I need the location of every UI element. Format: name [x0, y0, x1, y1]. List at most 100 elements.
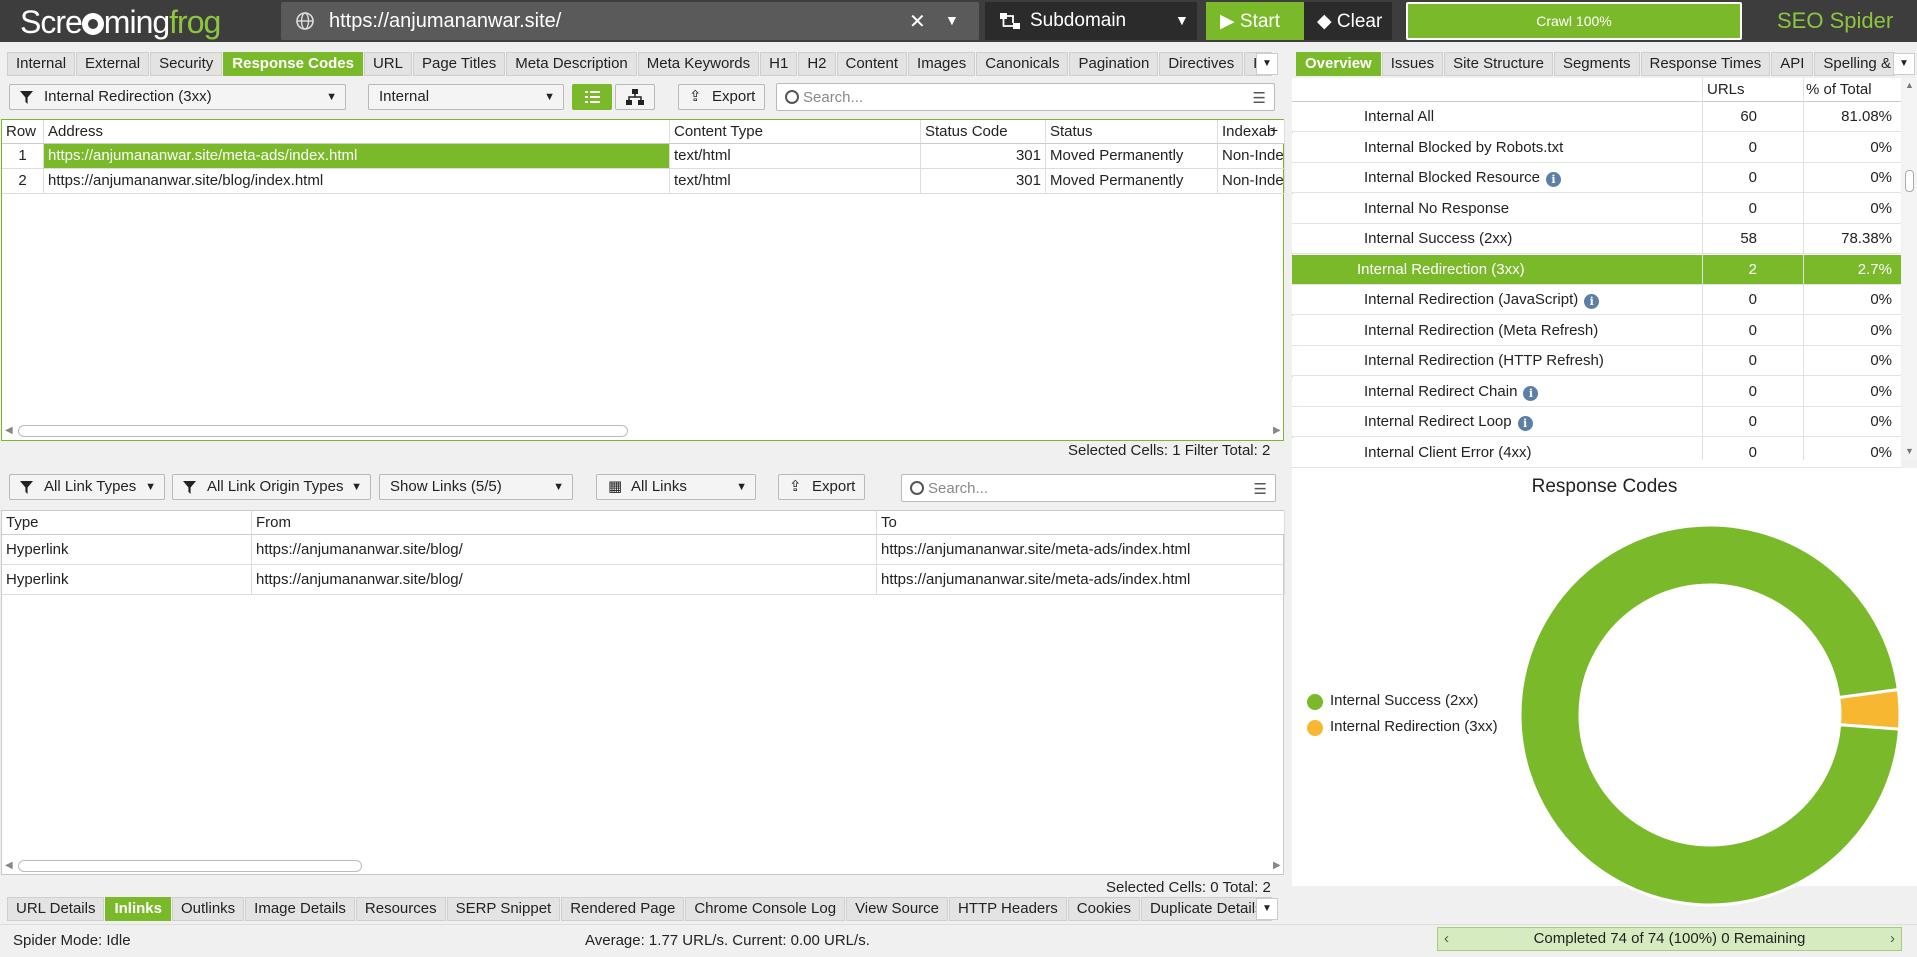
clear-url-icon[interactable]: ✕ — [909, 9, 926, 34]
start-button[interactable]: ▶ Start — [1206, 2, 1307, 40]
export-button[interactable]: ⇪ Export — [678, 84, 765, 110]
right-tab-overview[interactable]: Overview — [1296, 52, 1381, 76]
left-tab-images[interactable]: Images — [908, 52, 976, 76]
left-tab-external[interactable]: External — [76, 52, 150, 76]
right-tabs-more-icon[interactable]: ▼ — [1893, 53, 1915, 75]
overview-row[interactable]: Internal No Response 0 0% — [1292, 193, 1901, 224]
col-header-status-code[interactable]: Status Code — [921, 120, 1046, 144]
table-cell-to[interactable]: https://anjumananwar.site/meta-ads/index… — [877, 535, 1285, 565]
table-cell-content-type[interactable]: text/html — [670, 144, 921, 169]
table-cell-type[interactable]: Hyperlink — [2, 565, 252, 595]
overview-scrollbar[interactable]: ▲ ▼ — [1902, 78, 1917, 460]
table-cell-content-type[interactable]: text/html — [670, 169, 921, 194]
table-cell-from[interactable]: https://anjumananwar.site/blog/ — [252, 565, 877, 595]
left-tab-url[interactable]: URL — [363, 52, 412, 76]
col-header-type[interactable]: Type — [2, 511, 252, 535]
overview-header-urls[interactable]: URLs — [1707, 81, 1745, 98]
left-tab-security[interactable]: Security — [150, 52, 223, 76]
table-cell-from[interactable]: https://anjumananwar.site/blog/ — [252, 535, 877, 565]
scroll-right-icon[interactable]: ▶ — [1273, 860, 1281, 871]
bottom-tab-duplicate-details[interactable]: Duplicate Details — [1140, 897, 1272, 921]
left-tab-meta-description[interactable]: Meta Description — [506, 52, 637, 76]
col-header-row[interactable]: Row — [2, 120, 44, 144]
scroll-left-icon[interactable]: ◀ — [5, 860, 13, 871]
table-cell-status-code[interactable]: 301 — [921, 144, 1046, 169]
info-icon[interactable]: i — [1584, 294, 1600, 309]
link-origin-types-select[interactable]: All Link Origin Types ▼ — [172, 474, 371, 500]
right-tab-site-structure[interactable]: Site Structure — [1444, 52, 1553, 76]
left-tab-canonicals[interactable]: Canonicals — [976, 52, 1069, 76]
table-cell-status[interactable]: Moved Permanently — [1046, 169, 1218, 194]
top-search-input[interactable]: Search... ☰ — [776, 83, 1275, 111]
col-header-address[interactable]: Address — [44, 120, 670, 144]
url-history-dropdown-icon[interactable]: ▼ — [945, 12, 959, 28]
col-header-to[interactable]: To — [877, 511, 1285, 535]
table-cell-address[interactable]: https://anjumananwar.site/blog/index.htm… — [44, 169, 670, 194]
url-input[interactable]: https://anjumananwar.site/ ✕ ▼ — [281, 2, 979, 40]
info-icon[interactable]: i — [1517, 416, 1533, 431]
bottom-tab-cookies[interactable]: Cookies — [1067, 897, 1140, 921]
bottom-tab-view-source[interactable]: View Source — [846, 897, 948, 921]
clear-button[interactable]: ◆ Clear — [1304, 2, 1392, 40]
overview-row[interactable]: Internal Redirection (Meta Refresh) 0 0% — [1292, 315, 1901, 346]
bottom-tabs-more-icon[interactable]: ▼ — [1256, 898, 1278, 920]
info-icon[interactable]: i — [1545, 172, 1561, 187]
left-tab-h2[interactable]: H2 — [798, 52, 836, 76]
overview-row[interactable]: Internal Redirect Loop i 0 0% — [1292, 407, 1901, 437]
scroll-up-icon[interactable]: ▲ — [1905, 80, 1914, 90]
bottom-tab-image-details[interactable]: Image Details — [245, 897, 355, 921]
bottom-tab-resources[interactable]: Resources — [355, 897, 446, 921]
response-code-filter-select[interactable]: Internal Redirection (3xx) ▼ — [9, 84, 346, 110]
scroll-down-icon[interactable]: ▼ — [1905, 446, 1914, 456]
list-view-button[interactable] — [572, 84, 612, 110]
table-cell-address[interactable]: https://anjumananwar.site/meta-ads/index… — [44, 144, 670, 169]
link-types-select[interactable]: All Link Types ▼ — [9, 474, 165, 500]
bottom-tab-inlinks[interactable]: Inlinks — [105, 897, 171, 921]
left-tabs-more-icon[interactable]: ▼ — [1256, 53, 1278, 75]
horizontal-scrollbar[interactable] — [18, 860, 362, 872]
left-tab-page-titles[interactable]: Page Titles — [412, 52, 506, 76]
bottom-tab-chrome-console-log[interactable]: Chrome Console Log — [685, 897, 846, 921]
overview-row[interactable]: Internal Redirection (HTTP Refresh) 0 0% — [1292, 346, 1901, 376]
bottom-tab-url-details[interactable]: URL Details — [7, 897, 105, 921]
bottom-tab-http-headers[interactable]: HTTP Headers — [949, 897, 1067, 921]
left-tab-content[interactable]: Content — [836, 52, 908, 76]
left-tab-h1[interactable]: H1 — [760, 52, 798, 76]
right-tab-spelling-g[interactable]: Spelling & G — [1814, 52, 1895, 76]
right-tab-segments[interactable]: Segments — [1553, 52, 1640, 76]
col-header-status[interactable]: Status — [1046, 120, 1218, 144]
col-header-content-type[interactable]: Content Type — [670, 120, 921, 144]
overview-row[interactable]: Internal Client Error (4xx) 0 0% — [1292, 437, 1901, 468]
overview-row[interactable]: Internal Redirection (JavaScript) i 0 0% — [1292, 285, 1901, 315]
left-tab-meta-keywords[interactable]: Meta Keywords — [637, 52, 760, 76]
table-cell-status[interactable]: Moved Permanently — [1046, 144, 1218, 169]
left-tab-directives[interactable]: Directives — [1159, 52, 1244, 76]
left-tab-response-codes[interactable]: Response Codes — [223, 52, 363, 76]
all-links-select[interactable]: ▦ All Links ▼ — [596, 474, 756, 500]
tree-view-button[interactable] — [615, 84, 655, 110]
overview-row[interactable]: Internal Blocked Resource i 0 0% — [1292, 163, 1901, 193]
table-cell-to[interactable]: https://anjumananwar.site/meta-ads/index… — [877, 565, 1285, 595]
table-cell-indexability[interactable]: Non-Index — [1218, 169, 1285, 194]
right-tab-issues[interactable]: Issues — [1381, 52, 1444, 76]
table-cell-type[interactable]: Hyperlink — [2, 535, 252, 565]
right-tab-api[interactable]: API — [1771, 52, 1814, 76]
chevron-left-icon[interactable]: ‹ — [1444, 928, 1449, 950]
lower-export-button[interactable]: ⇪ Export — [778, 474, 865, 500]
left-tab-internal[interactable]: Internal — [7, 52, 76, 76]
overview-header-pct[interactable]: % of Total — [1806, 81, 1872, 98]
overview-row[interactable]: Internal Blocked by Robots.txt 0 0% — [1292, 132, 1901, 163]
lower-search-input[interactable]: Search... ☰ — [901, 474, 1276, 502]
add-column-icon[interactable]: + — [1270, 122, 1278, 138]
right-tab-response-times[interactable]: Response Times — [1640, 52, 1771, 76]
left-tab-pagination[interactable]: Pagination — [1069, 52, 1159, 76]
bottom-tab-rendered-page[interactable]: Rendered Page — [561, 897, 685, 921]
scroll-right-icon[interactable]: ▶ — [1273, 425, 1281, 436]
table-cell-indexability[interactable]: Non-Index — [1218, 144, 1285, 169]
search-options-icon[interactable]: ☰ — [1253, 89, 1266, 107]
overview-row[interactable]: Internal Redirection (3xx) 2 2.7% — [1292, 254, 1901, 285]
info-icon[interactable]: i — [1523, 385, 1539, 401]
scope-select[interactable]: Internal ▼ — [368, 84, 564, 110]
search-options-icon[interactable]: ☰ — [1254, 480, 1267, 498]
crawl-mode-select[interactable]: Subdomain ▼ — [985, 2, 1197, 40]
